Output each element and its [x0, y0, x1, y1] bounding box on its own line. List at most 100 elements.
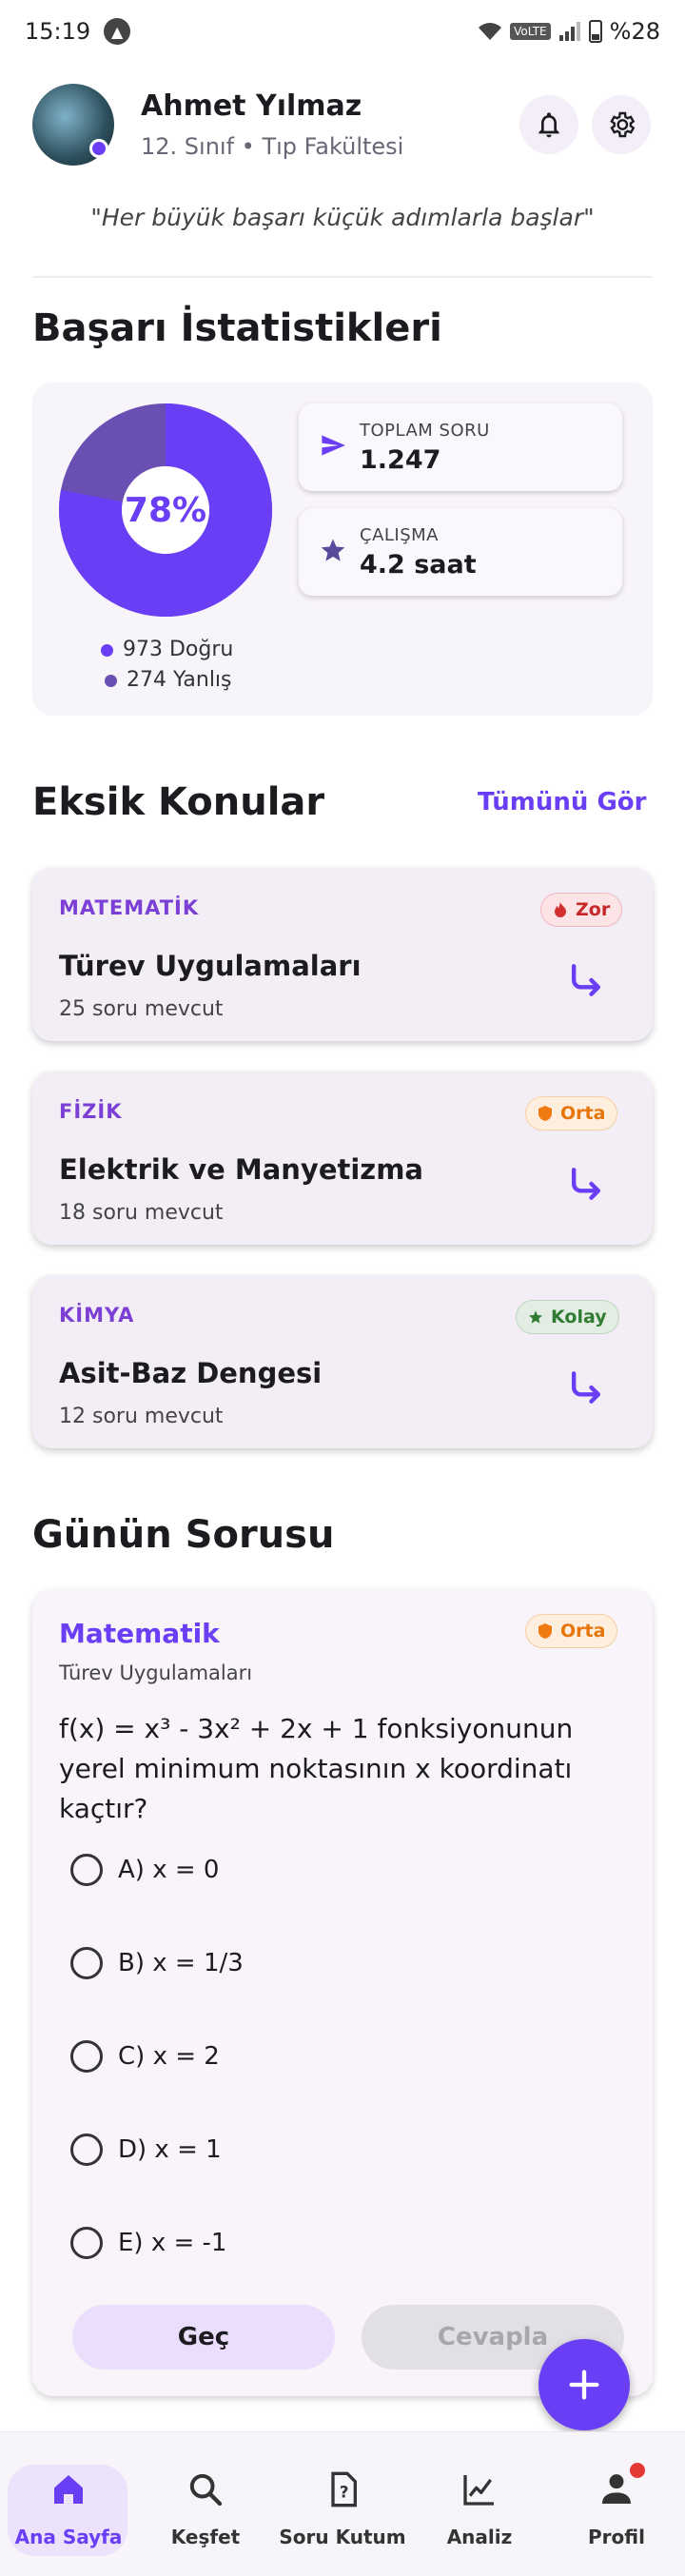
- donut-legend: 973 Doğru 274 Yanlış: [101, 635, 233, 696]
- nav-item-analysis[interactable]: Analiz: [411, 2470, 548, 2566]
- send-icon: [322, 435, 345, 456]
- see-all-link[interactable]: Tümünü Gör: [478, 788, 646, 816]
- divider: [32, 276, 653, 278]
- legend-wrong-label: 274 Yanlış: [127, 668, 232, 692]
- notification-dot: [630, 2463, 645, 2478]
- topic-card[interactable]: KİMYA Kolay Asit-Baz Dengesi 12 soru mev…: [32, 1275, 653, 1448]
- study-time-value: 4.2 saat: [360, 550, 477, 580]
- topic-count: 25 soru mevcut: [59, 997, 224, 1021]
- user-subtitle: 12. Sınıf • Tıp Fakültesi: [141, 133, 404, 160]
- chart-icon: [463, 2475, 494, 2506]
- topic-count: 18 soru mevcut: [59, 1201, 224, 1225]
- person-icon: [602, 2474, 631, 2504]
- nav-label: Soru Kutum: [279, 2526, 406, 2548]
- svg-text:?: ?: [340, 2483, 349, 2501]
- topic-count: 12 soru mevcut: [59, 1405, 224, 1428]
- stats-title: Başarı İstatistikleri: [32, 306, 442, 350]
- topic-subject: FİZİK: [59, 1100, 123, 1123]
- nav-item-profile[interactable]: Profil: [548, 2463, 685, 2566]
- radio-button[interactable]: [70, 2040, 103, 2073]
- notifications-button[interactable]: [519, 95, 578, 154]
- battery-icon: [588, 20, 602, 43]
- success-donut-chart: 78%: [57, 402, 274, 619]
- option-label: C) x = 2: [118, 2042, 220, 2071]
- subdirectory-arrow-icon: [571, 1168, 601, 1200]
- study-time-label: ÇALIŞMA: [360, 525, 439, 545]
- motivation-quote: "Her büyük başarı küçük adımlarla başlar…: [90, 204, 595, 231]
- bell-icon: [538, 112, 559, 138]
- donut-percent: 78%: [124, 490, 207, 530]
- topic-title: Elektrik ve Manyetizma: [59, 1153, 423, 1186]
- radio-button[interactable]: [70, 2227, 103, 2259]
- difficulty-label: Zor: [576, 899, 611, 920]
- status-time: 15:19: [25, 18, 91, 45]
- nav-label: Ana Sayfa: [14, 2526, 123, 2548]
- answer-option[interactable]: C) x = 2: [70, 2033, 220, 2080]
- legend-dot-correct: [101, 643, 113, 657]
- topic-card[interactable]: FİZİK Orta Elektrik ve Manyetizma 18 sor…: [32, 1072, 653, 1245]
- daily-question-card: Matematik Orta Türev Uygulamaları f(x) =…: [32, 1589, 653, 2396]
- topic-subject: KİMYA: [59, 1304, 135, 1327]
- shield-icon: [538, 1106, 552, 1121]
- stats-card: 78% 973 Doğru 274 Yanlış TOPLAM SORU 1.2…: [32, 383, 653, 716]
- signal-icon: [558, 22, 580, 41]
- add-fab-button[interactable]: [538, 2339, 630, 2430]
- shield-icon: [538, 1623, 552, 1639]
- missing-topics-title: Eksik Konular: [32, 780, 325, 824]
- home-icon: [54, 2475, 83, 2504]
- total-questions-label: TOPLAM SORU: [360, 421, 490, 441]
- battery-level: %28: [609, 18, 660, 45]
- difficulty-badge: Orta: [525, 1096, 618, 1131]
- nav-item-home[interactable]: Ana Sayfa: [0, 2465, 137, 2566]
- bottom-navigation: Ana Sayfa Keşfet ? Soru Kutum Analiz Pro…: [0, 2431, 685, 2576]
- nav-item-explore[interactable]: Keşfet: [137, 2470, 274, 2566]
- status-icons: VoLTE %28: [478, 18, 660, 45]
- app-notification-icon: ▲: [104, 18, 131, 45]
- online-status-dot: [89, 139, 108, 158]
- option-label: E) x = -1: [118, 2229, 227, 2257]
- star-icon: [529, 1310, 542, 1324]
- volte-badge: VoLTE: [510, 23, 551, 40]
- skip-button[interactable]: Geç: [72, 2305, 335, 2370]
- subdirectory-arrow-icon: [571, 1371, 601, 1404]
- nav-label: Analiz: [446, 2526, 513, 2548]
- answer-option[interactable]: B) x = 1/3: [70, 1939, 244, 1987]
- topic-title: Türev Uygulamaları: [59, 950, 362, 982]
- difficulty-badge: Zor: [540, 893, 623, 927]
- legend-correct: 973 Doğru: [101, 635, 233, 665]
- topic-card[interactable]: MATEMATİK Zor Türev Uygulamaları 25 soru…: [32, 868, 653, 1041]
- radio-button[interactable]: [70, 2134, 103, 2166]
- difficulty-label: Orta: [560, 1621, 606, 1642]
- profile-header: Ahmet Yılmaz 12. Sınıf • Tıp Fakültesi: [0, 76, 685, 171]
- user-name: Ahmet Yılmaz: [141, 89, 362, 123]
- question-box-icon: ?: [331, 2471, 357, 2507]
- fire-icon: [555, 902, 566, 917]
- settings-button[interactable]: [592, 95, 651, 154]
- nav-label: Keşfet: [170, 2526, 241, 2548]
- difficulty-label: Orta: [560, 1103, 606, 1124]
- wifi-icon: [479, 23, 502, 40]
- radio-button[interactable]: [70, 1947, 103, 1979]
- nav-item-question-box[interactable]: ? Soru Kutum: [274, 2470, 411, 2566]
- option-label: A) x = 0: [118, 1856, 220, 1884]
- answer-option[interactable]: A) x = 0: [70, 1846, 219, 1894]
- answer-option[interactable]: D) x = 1: [70, 2126, 222, 2173]
- subdirectory-arrow-icon: [571, 964, 601, 996]
- plus-icon: [569, 2370, 599, 2400]
- nav-label: Profil: [588, 2526, 645, 2548]
- question-subject: Matematik: [59, 1618, 220, 1649]
- option-label: B) x = 1/3: [118, 1949, 244, 1977]
- status-bar: 15:19 ▲ VoLTE %28: [0, 0, 685, 63]
- study-time-box: ÇALIŞMA 4.2 saat: [299, 508, 622, 596]
- option-label: D) x = 1: [118, 2135, 222, 2164]
- topic-title: Asit-Baz Dengesi: [59, 1357, 323, 1389]
- daily-question-title: Günün Sorusu: [32, 1513, 335, 1557]
- radio-button[interactable]: [70, 1854, 103, 1886]
- total-questions-value: 1.247: [360, 445, 441, 475]
- total-questions-box: TOPLAM SORU 1.247: [299, 403, 622, 491]
- answer-option[interactable]: E) x = -1: [70, 2219, 226, 2267]
- gear-icon: [610, 111, 636, 138]
- question-topic: Türev Uygulamaları: [59, 1662, 253, 1684]
- topic-subject: MATEMATİK: [59, 896, 200, 919]
- search-icon: [189, 2473, 223, 2507]
